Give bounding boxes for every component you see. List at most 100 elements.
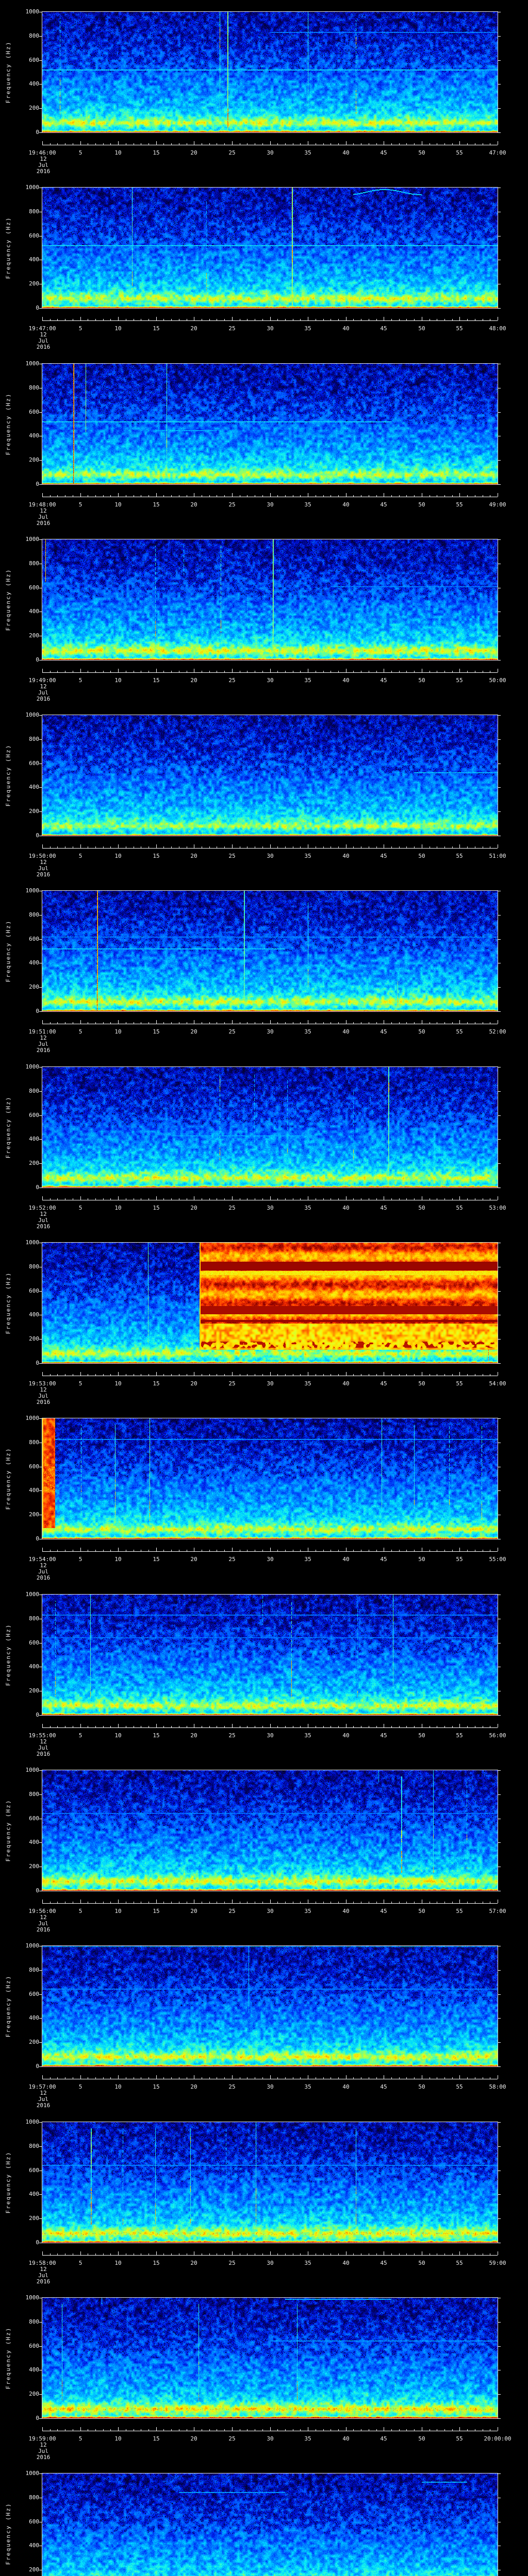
x-tick-minor <box>444 1726 445 1727</box>
y-tick-mark <box>39 484 42 485</box>
x-tick-major <box>118 2251 119 2255</box>
x-tick-label: 15 <box>153 1732 160 1739</box>
x-tick-major <box>118 1020 119 1024</box>
x-tick-major <box>270 1196 271 1200</box>
spectrogram-panel-6: Frequency (Hz) 0 200 400 600 800 1000 19:51:00 5… <box>0 879 528 1055</box>
x-tick-minor <box>224 1902 225 1903</box>
x-tick-major <box>232 493 233 497</box>
x-tick-minor <box>110 1726 111 1727</box>
x-tick-major <box>80 1372 81 1376</box>
y-tick-mark-right <box>498 811 501 812</box>
y-tick-label: 0 <box>36 832 39 839</box>
x-tick-label: 10 <box>114 1908 122 1914</box>
x-tick-minor <box>209 1726 210 1727</box>
x-tick-major <box>118 1372 119 1376</box>
x-tick-label: 35 <box>304 677 311 684</box>
x-tick-minor <box>262 1550 263 1551</box>
x-end-time-label: 58:00 <box>489 2083 506 2090</box>
x-tick-label: 20 <box>190 2435 197 2442</box>
x-tick-major <box>42 317 43 320</box>
x-axis-line <box>42 2255 498 2256</box>
y-tick-label: 600 <box>29 1639 39 1646</box>
x-tick-minor <box>444 846 445 848</box>
x-tick-minor <box>148 1726 149 1727</box>
x-end-time-label: 47:00 <box>489 149 506 156</box>
y-tick-mark-right <box>498 2066 501 2067</box>
y-tick-label: 600 <box>29 1463 39 1470</box>
y-tick-mark-right <box>498 1794 501 1795</box>
x-tick-major <box>42 1900 43 1903</box>
x-tick-minor <box>391 1902 392 1903</box>
x-tick-minor <box>300 495 301 497</box>
x-tick-minor <box>452 846 453 848</box>
x-tick-label: 15 <box>153 1205 160 1211</box>
spectrogram-image-11 <box>42 1770 498 1891</box>
x-tick-major <box>118 2427 119 2431</box>
y-tick-label: 0 <box>36 656 39 663</box>
x-tick-minor <box>391 495 392 497</box>
spectrogram-panel-7: Frequency (Hz) 0 200 400 600 800 1000 19:52:00 5… <box>0 1055 528 1231</box>
x-tick-minor <box>444 1374 445 1376</box>
y-axis-label: Frequency (Hz) <box>5 1975 12 2038</box>
x-tick-label: 40 <box>342 325 350 332</box>
x-tick-label: 30 <box>267 1205 274 1211</box>
x-tick-label: 55 <box>456 149 463 156</box>
x-tick-minor <box>57 1374 58 1376</box>
x-tick-minor <box>110 495 111 497</box>
x-tick-minor <box>323 1374 324 1376</box>
x-tick-minor <box>300 1022 301 1024</box>
x-tick-label: 30 <box>267 2083 274 2090</box>
x-tick-minor <box>406 2253 407 2255</box>
x-tick-minor <box>148 1902 149 1903</box>
x-tick-minor <box>103 1550 104 1551</box>
x-tick-major <box>459 1372 460 1376</box>
x-tick-minor <box>163 671 164 672</box>
x-tick-major <box>118 2075 119 2079</box>
x-tick-minor <box>452 1726 453 1727</box>
y-axis-label: Frequency (Hz) <box>5 744 12 807</box>
x-tick-minor <box>50 1550 51 1551</box>
x-tick-minor <box>277 2077 278 2079</box>
x-tick-minor <box>95 1902 96 1903</box>
x-tick-minor <box>323 1198 324 1200</box>
x-tick-minor <box>353 319 354 320</box>
y-tick-mark-right <box>498 1770 501 1771</box>
x-tick-label: 25 <box>228 2083 236 2090</box>
y-axis-label: Frequency (Hz) <box>5 1799 12 1862</box>
spectrogram-image-3 <box>42 364 498 484</box>
x-tick-minor <box>110 846 111 848</box>
y-tick-mark-right <box>498 484 501 485</box>
x-tick-minor <box>285 495 286 497</box>
x-tick-major <box>80 1724 81 1727</box>
x-tick-minor <box>376 495 377 497</box>
x-axis-line <box>42 672 498 673</box>
x-tick-label: 30 <box>267 1556 274 1563</box>
x-tick-label: 30 <box>267 1732 274 1739</box>
x-tick-minor <box>171 1726 172 1727</box>
y-tick-label: 1000 <box>25 1239 40 1246</box>
x-tick-minor <box>323 143 324 145</box>
x-tick-major <box>459 317 460 320</box>
x-tick-label: 30 <box>267 853 274 859</box>
date-line-3: 2016 <box>36 2454 51 2461</box>
y-tick-mark-right <box>498 1011 501 1012</box>
spectrogram-panel-11: Frequency (Hz) 0 200 400 600 800 1000 19:56:00 5… <box>0 1758 528 1934</box>
x-tick-major <box>118 493 119 497</box>
x-tick-minor <box>338 319 339 320</box>
y-tick-label: 1000 <box>25 2119 40 2125</box>
x-tick-minor <box>300 2429 301 2431</box>
x-tick-major <box>80 669 81 672</box>
x-tick-major <box>270 317 271 320</box>
y-tick-label: 800 <box>29 2318 39 2325</box>
x-tick-label: 45 <box>380 1380 387 1387</box>
x-tick-major <box>156 1196 157 1200</box>
spectrogram-image-13 <box>42 2122 498 2243</box>
y-tick-label: 800 <box>29 1088 39 1094</box>
x-tick-minor <box>57 1550 58 1551</box>
x-tick-minor <box>376 2253 377 2255</box>
x-tick-minor <box>209 495 210 497</box>
x-tick-label: 10 <box>114 2260 122 2266</box>
x-tick-minor <box>467 671 468 672</box>
x-tick-label: 45 <box>380 1732 387 1739</box>
x-tick-label: 25 <box>228 1205 236 1211</box>
